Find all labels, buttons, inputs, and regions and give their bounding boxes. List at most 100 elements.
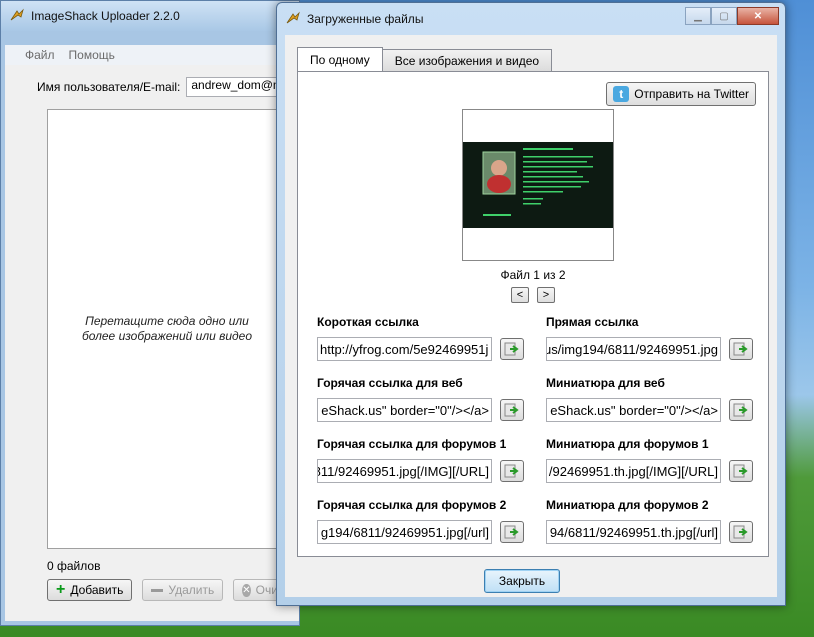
thumbnail-web-input[interactable]: eShack.us" border="0"/></a>: [546, 398, 721, 422]
direct-link-label: Прямая ссылка: [546, 315, 639, 329]
file-counter: Файл 1 из 2: [500, 268, 566, 282]
thumbnail-forum2-input[interactable]: 94/6811/92469951.th.jpg[/url]: [546, 520, 721, 544]
menu-help[interactable]: Помощь: [69, 48, 115, 62]
delete-button[interactable]: Удалить: [142, 579, 224, 601]
next-file-button[interactable]: >: [537, 287, 555, 303]
close-icon: ✕: [753, 10, 763, 22]
minimize-icon: ▁: [694, 10, 702, 22]
hotlink-forum1-field-group: Горячая ссылка для форумов 1 811/9246995…: [317, 437, 527, 483]
copy-direct-link-button[interactable]: [729, 338, 753, 360]
minimize-button[interactable]: ▁: [685, 7, 711, 25]
add-button-label: Добавить: [70, 583, 124, 597]
direct-link-field-group: Прямая ссылка us/img194/6811/92469951.jp…: [546, 315, 756, 361]
thumbnail-web-row: eShack.us" border="0"/></a>: [546, 398, 756, 422]
direct-link-value: us/img194/6811/92469951.jpg: [546, 341, 718, 357]
close-window-button[interactable]: ✕: [737, 7, 779, 25]
thumbnail-forum1-input[interactable]: /92469951.th.jpg[/IMG][/URL]: [546, 459, 721, 483]
hotlink-forum1-row: 811/92469951.jpg[/IMG][/URL]: [317, 459, 527, 483]
uploaded-files-dialog: Загруженные файлы ▁ ▢ ✕ По одному Все из…: [276, 2, 786, 606]
copy-icon: [733, 525, 748, 539]
copy-thumbnail-forum1-button[interactable]: [729, 460, 753, 482]
files-count: 0 файлов: [47, 559, 101, 573]
main-titlebar[interactable]: ImageShack Uploader 2.2.0: [1, 1, 299, 31]
copy-icon: [733, 403, 748, 417]
hotlink-forum2-value: g194/6811/92469951.jpg[/url]: [320, 524, 489, 540]
hotlink-web-input[interactable]: eShack.us" border="0"/></a>: [317, 398, 492, 422]
clear-x-icon: ✕: [242, 583, 251, 597]
file-navigation: < >: [298, 287, 768, 303]
twitter-button-label: Отправить на Twitter: [634, 87, 749, 101]
main-window-title: ImageShack Uploader 2.2.0: [31, 9, 180, 23]
maximize-icon: ▢: [719, 10, 729, 22]
tab-one-by-one[interactable]: По одному: [297, 47, 383, 71]
main-button-row: + Добавить Удалить ✕ Очис: [47, 579, 290, 601]
hotlink-forum1-label: Горячая ссылка для форумов 1: [317, 437, 507, 451]
main-window: ImageShack Uploader 2.2.0 Файл Помощь Им…: [0, 0, 300, 626]
copy-icon: [733, 464, 748, 478]
prev-file-button[interactable]: <: [511, 287, 529, 303]
hotlink-web-field-group: Горячая ссылка для веб eShack.us" border…: [317, 376, 527, 422]
dialog-client-area: По одному Все изображения и видео t Отпр…: [285, 35, 777, 597]
add-button[interactable]: + Добавить: [47, 579, 133, 601]
short-link-field-group: Короткая ссылка http://yfrog.com/5e92469…: [317, 315, 527, 361]
main-menubar: Файл Помощь: [5, 45, 299, 65]
close-dialog-button[interactable]: Закрыть: [484, 569, 560, 593]
copy-thumbnail-web-button[interactable]: [729, 399, 753, 421]
dialog-titlebar[interactable]: Загруженные файлы ▁ ▢ ✕: [277, 3, 785, 35]
thumbnail-forum1-label: Миниатюра для форумов 1: [546, 437, 709, 451]
copy-icon: [504, 464, 519, 478]
preview-thumbnail: [463, 110, 613, 260]
copy-icon: [504, 342, 519, 356]
plus-icon: +: [56, 581, 66, 598]
user-row: Имя пользователя/E-mail: andrew_dom@mail…: [37, 77, 297, 97]
copy-thumbnail-forum2-button[interactable]: [729, 521, 753, 543]
short-link-value: http://yfrog.com/5e92469951j: [320, 341, 489, 357]
short-link-row: http://yfrog.com/5e92469951j: [317, 337, 527, 361]
copy-hotlink-forum2-button[interactable]: [500, 521, 524, 543]
hotlink-forum1-value: 811/92469951.jpg[/IMG][/URL]: [317, 463, 489, 479]
tab-strip: По одному Все изображения и видео: [297, 47, 553, 71]
direct-link-input[interactable]: us/img194/6811/92469951.jpg: [546, 337, 721, 361]
window-controls: ▁ ▢ ✕: [685, 7, 779, 25]
hotlink-forum2-row: g194/6811/92469951.jpg[/url]: [317, 520, 527, 544]
thumbnail-forum2-field-group: Миниатюра для форумов 2 94/6811/92469951…: [546, 498, 756, 544]
copy-hotlink-web-button[interactable]: [500, 399, 524, 421]
hotlink-web-label: Горячая ссылка для веб: [317, 376, 463, 390]
thumbnail-web-field-group: Миниатюра для веб eShack.us" border="0"/…: [546, 376, 756, 422]
minus-icon: [151, 588, 164, 592]
copy-icon: [504, 525, 519, 539]
thumbnail-forum1-value: /92469951.th.jpg[/IMG][/URL]: [548, 463, 718, 479]
hotlink-forum1-input[interactable]: 811/92469951.jpg[/IMG][/URL]: [317, 459, 492, 483]
drop-zone-text: Перетащите сюда одно или более изображен…: [81, 314, 253, 343]
hotlink-forum2-label: Горячая ссылка для форумов 2: [317, 498, 507, 512]
tab-all-images[interactable]: Все изображения и видео: [381, 49, 553, 71]
hotlink-web-value: eShack.us" border="0"/></a>: [321, 402, 489, 418]
thumbnail-web-label: Миниатюра для веб: [546, 376, 665, 390]
image-preview: [462, 109, 614, 261]
user-label: Имя пользователя/E-mail:: [37, 80, 181, 94]
hotlink-forum2-field-group: Горячая ссылка для форумов 2 g194/6811/9…: [317, 498, 527, 544]
thumbnail-web-value: eShack.us" border="0"/></a>: [550, 402, 718, 418]
drop-zone[interactable]: Перетащите сюда одно или более изображен…: [47, 109, 287, 549]
maximize-button[interactable]: ▢: [711, 7, 737, 25]
thumbnail-forum1-field-group: Миниатюра для форумов 1 /92469951.th.jpg…: [546, 437, 756, 483]
imageshack-logo-icon: [285, 11, 301, 27]
send-to-twitter-button[interactable]: t Отправить на Twitter: [606, 82, 756, 106]
dialog-title: Загруженные файлы: [307, 12, 424, 26]
delete-button-label: Удалить: [168, 583, 215, 597]
copy-hotlink-forum1-button[interactable]: [500, 460, 524, 482]
hotlink-forum2-input[interactable]: g194/6811/92469951.jpg[/url]: [317, 520, 492, 544]
copy-icon: [733, 342, 748, 356]
menu-file[interactable]: Файл: [25, 48, 55, 62]
hotlink-web-row: eShack.us" border="0"/></a>: [317, 398, 527, 422]
copy-icon: [504, 403, 519, 417]
thumbnail-forum2-label: Миниатюра для форумов 2: [546, 498, 709, 512]
twitter-icon: t: [613, 86, 630, 102]
thumbnail-forum2-row: 94/6811/92469951.th.jpg[/url]: [546, 520, 756, 544]
tab-panel: t Отправить на Twitter Файл 1 из 2 < > К…: [297, 71, 769, 557]
imageshack-logo-icon: [9, 8, 25, 24]
main-client-area: Имя пользователя/E-mail: andrew_dom@mail…: [5, 65, 299, 621]
copy-short-link-button[interactable]: [500, 338, 524, 360]
short-link-input[interactable]: http://yfrog.com/5e92469951j: [317, 337, 492, 361]
thumbnail-forum2-value: 94/6811/92469951.th.jpg[/url]: [549, 524, 718, 540]
